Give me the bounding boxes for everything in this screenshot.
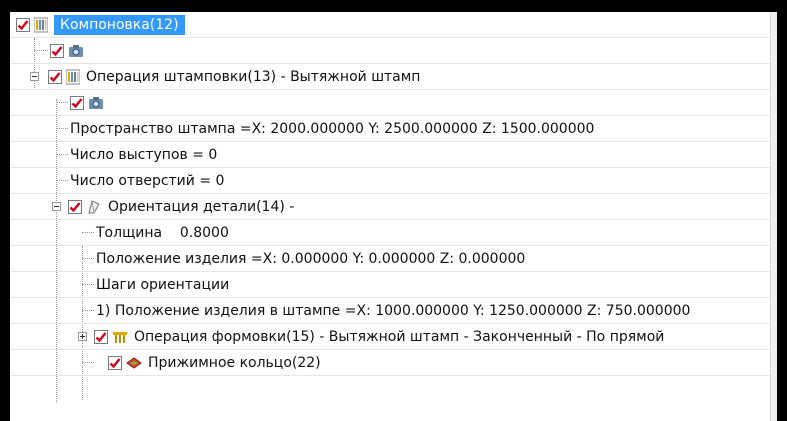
tree-item-label: Число отверстий = 0	[70, 172, 225, 189]
tree-item-label: 1) Положение изделия в штампе =X: 1000.0…	[96, 302, 691, 319]
tree-row-layout[interactable]: Компоновка(12)	[10, 12, 771, 38]
checkbox[interactable]	[16, 17, 30, 32]
tree-row-position-in-die[interactable]: 1) Положение изделия в штампе =X: 1000.0…	[10, 298, 771, 324]
tree-line	[82, 284, 94, 285]
tree-item-label: Прижимное кольцо(22)	[148, 354, 321, 371]
checkbox[interactable]	[108, 355, 122, 370]
tree-row-bosses-count[interactable]: Число выступов = 0	[10, 142, 771, 168]
part-orientation-icon	[86, 199, 102, 215]
collapse-toggle[interactable]	[30, 72, 39, 81]
bars-icon	[65, 69, 81, 85]
tree-row-orientation-steps[interactable]: Шаги ориентации	[10, 272, 771, 298]
tree-item-label: Операция формовки(15) - Вытяжной штамп -…	[134, 328, 665, 345]
tree-row-die-space[interactable]: Пространство штампа =X: 2000.000000 Y: 2…	[10, 116, 771, 142]
tree-line	[82, 310, 94, 311]
tree-line	[56, 154, 68, 155]
checkbox[interactable]	[94, 329, 108, 344]
tree-view[interactable]: Компоновка(12) Операция штамповки(13) - …	[10, 12, 777, 421]
tree-row-part-position[interactable]: Положение изделия =X: 0.000000 Y: 0.0000…	[10, 246, 771, 272]
tree-row-stamping-operation[interactable]: Операция штамповки(13) - Вытяжной штамп	[10, 64, 771, 90]
tree-line	[56, 180, 68, 181]
tree-row-view[interactable]	[10, 90, 771, 116]
vertical-scrollbar[interactable]	[770, 12, 777, 421]
checkbox[interactable]	[48, 69, 62, 84]
checkbox[interactable]	[68, 199, 82, 214]
tree-item-label: Ориентация детали(14) -	[108, 198, 295, 215]
tree-row-part-orientation[interactable]: Ориентация детали(14) -	[10, 194, 771, 220]
tree-line	[82, 362, 94, 363]
tree-item-label: Операция штамповки(13) - Вытяжной штамп	[86, 68, 421, 85]
tree-line	[56, 128, 68, 129]
tree-item-label: Положение изделия =X: 0.000000 Y: 0.0000…	[96, 250, 526, 267]
tree-row-holes-count[interactable]: Число отверстий = 0	[10, 168, 771, 194]
tree-line	[82, 258, 94, 259]
tree-row-view[interactable]	[10, 38, 771, 64]
tree-line	[34, 50, 48, 51]
tree-item-label: Компоновка(12)	[54, 14, 185, 35]
tree-item-label: Пространство штампа =X: 2000.000000 Y: 2…	[70, 120, 595, 137]
camera-icon	[88, 95, 104, 111]
blank-holder-icon	[126, 355, 142, 371]
collapse-toggle[interactable]	[52, 202, 61, 211]
tree-item-label: Шаги ориентации	[96, 276, 230, 293]
bars-icon	[33, 17, 49, 33]
tree-line	[56, 102, 68, 103]
expand-toggle[interactable]	[78, 332, 87, 341]
tree-item-label: Толщина 0.8000	[96, 224, 229, 241]
forming-tool-icon	[112, 329, 128, 345]
tree-row-blank-holder[interactable]: Прижимное кольцо(22)	[10, 350, 771, 376]
camera-icon	[68, 43, 84, 59]
tree-row-thickness[interactable]: Толщина 0.8000	[10, 220, 771, 246]
checkbox[interactable]	[50, 43, 64, 58]
tree-item-label: Число выступов = 0	[70, 146, 218, 163]
tree-line	[82, 232, 94, 233]
tree-row-forming-operation[interactable]: Операция формовки(15) - Вытяжной штамп -…	[10, 324, 771, 350]
checkbox[interactable]	[70, 95, 84, 110]
window-frame: Компоновка(12) Операция штамповки(13) - …	[0, 0, 787, 421]
